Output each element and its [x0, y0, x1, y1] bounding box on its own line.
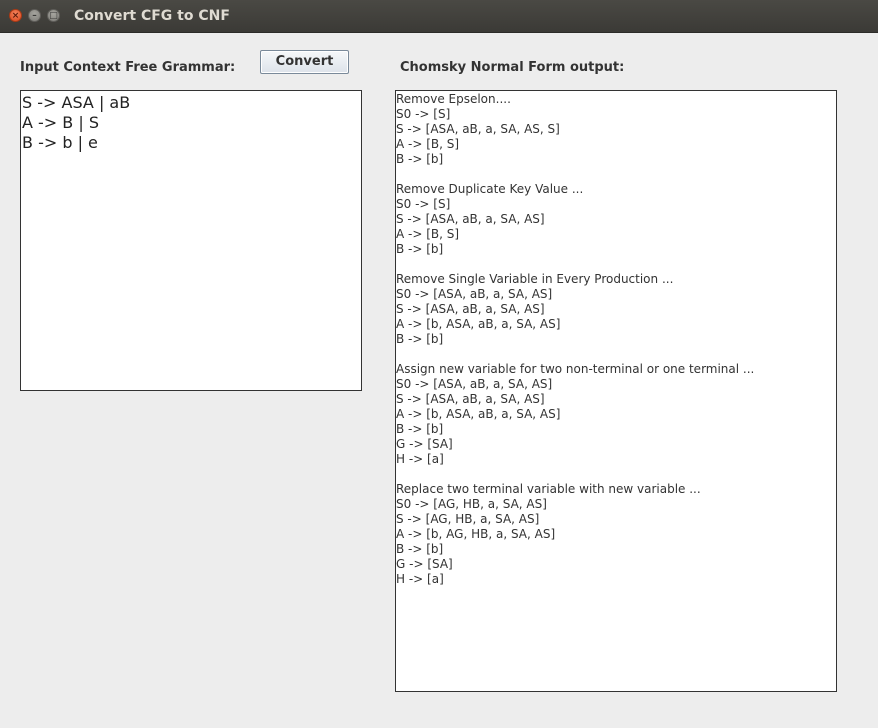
app-window: × – □ Convert CFG to CNF Input Context F… [0, 0, 878, 728]
window-title: Convert CFG to CNF [74, 8, 230, 24]
input-grammar-label: Input Context Free Grammar: [20, 60, 236, 75]
grammar-input[interactable]: S -> ASA | aB A -> B | S B -> b | e [20, 90, 362, 391]
convert-button[interactable]: Convert [260, 50, 349, 74]
cnf-output[interactable]: Remove Epselon.... S0 -> [S] S -> [ASA, … [395, 90, 837, 692]
minimize-icon[interactable]: – [28, 9, 41, 22]
title-bar[interactable]: × – □ Convert CFG to CNF [0, 0, 878, 33]
close-icon[interactable]: × [9, 9, 22, 22]
cnf-output-label: Chomsky Normal Form output: [400, 60, 625, 75]
maximize-icon[interactable]: □ [47, 9, 60, 22]
